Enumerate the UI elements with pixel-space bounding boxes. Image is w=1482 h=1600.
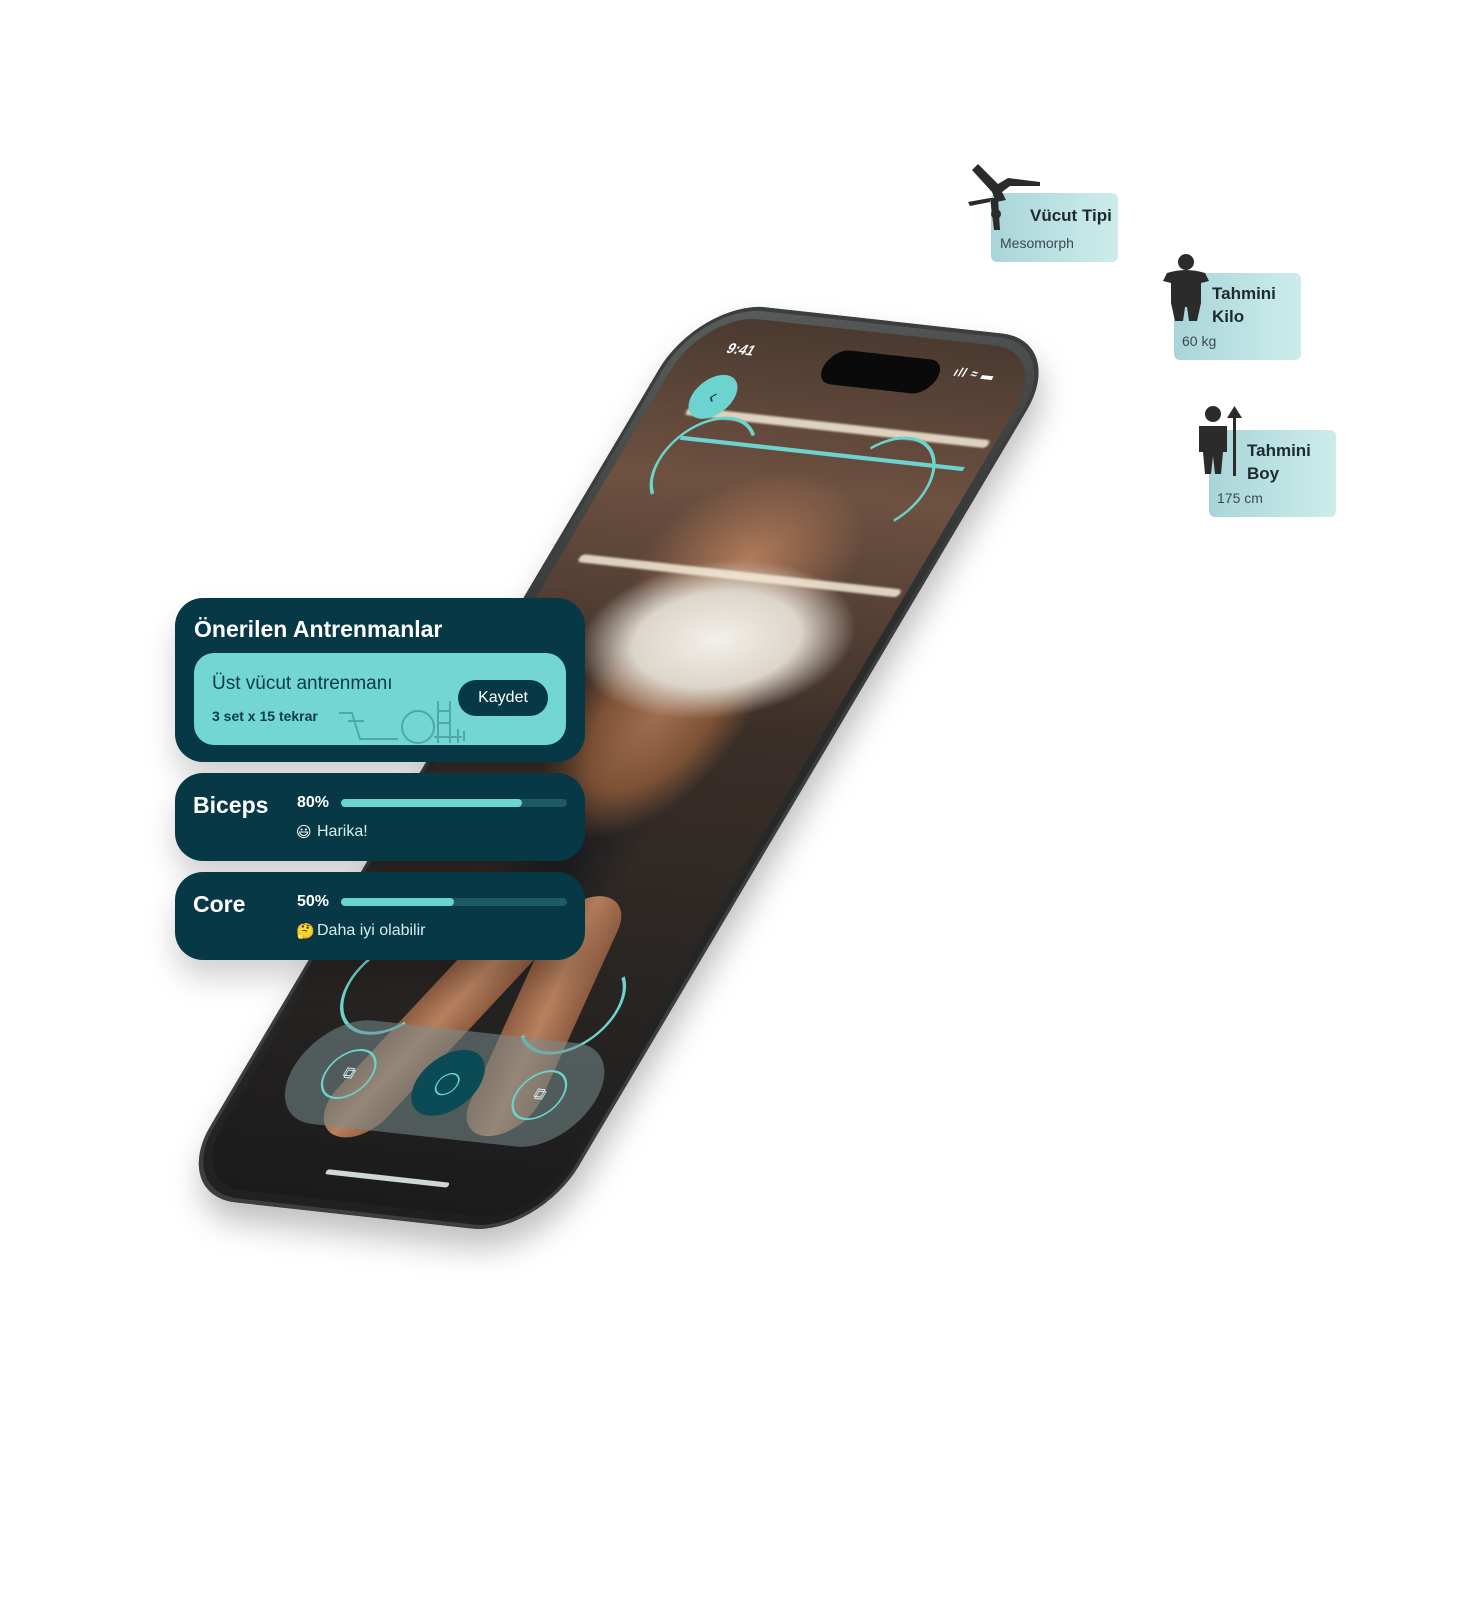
camera-screen: 9:41 ıll ≈ ▬ ‹ ⧉ ◯ ⧉ xyxy=(187,313,1050,1223)
gallery-icon[interactable]: ⧉ xyxy=(310,1046,388,1102)
flip-camera-icon[interactable]: ⧉ xyxy=(501,1067,578,1123)
tag-title-line1: Tahmini xyxy=(1247,441,1311,460)
handstand-icon xyxy=(968,164,1040,230)
metric-note: Harika! xyxy=(317,823,368,840)
save-button[interactable]: Kaydet xyxy=(458,680,548,716)
metric-card-core: Core 50% 🤔 Daha iyi olabilir xyxy=(175,872,585,960)
metric-name: Core xyxy=(193,891,246,917)
status-icons: ıll ≈ ▬ xyxy=(950,364,999,384)
body-weight-icon xyxy=(1163,254,1209,321)
workout-item[interactable]: Üst vücut antrenmanı 3 set x 15 tekrar K… xyxy=(194,653,566,745)
smile-emoji-icon: 😃 xyxy=(296,824,312,841)
home-indicator xyxy=(324,1169,451,1188)
tag-value: Mesomorph xyxy=(1000,235,1074,251)
scan-corner-top-left xyxy=(629,411,777,518)
thinking-emoji-icon: 🤔 xyxy=(296,923,315,940)
tag-title-line1: Tahmini xyxy=(1212,284,1276,303)
metric-percent: 50% xyxy=(297,893,330,910)
tag-value: 60 kg xyxy=(1182,333,1217,349)
progress-track xyxy=(341,898,567,906)
metric-percent: 80% xyxy=(297,794,330,811)
body-height-icon xyxy=(1199,406,1242,476)
workout-sets: 3 set x 15 tekrar xyxy=(212,708,318,724)
progress-track xyxy=(341,799,567,807)
tag-title-line2: Boy xyxy=(1247,464,1280,483)
metric-card-biceps: Biceps 80% 😃 Harika! xyxy=(175,773,585,861)
metric-note: Daha iyi olabilir xyxy=(317,922,426,939)
recommended-workouts-card: Önerilen Antrenmanlar Üst vücut antrenma… xyxy=(175,598,585,762)
progress-fill xyxy=(341,898,454,906)
phone-frame: 9:41 ıll ≈ ▬ ‹ ⧉ ◯ ⧉ xyxy=(169,300,1068,1236)
gym-equipment-icon xyxy=(339,701,465,744)
tag-title-line2: Kilo xyxy=(1212,307,1245,326)
tag-value: 175 cm xyxy=(1217,490,1263,506)
scan-corner-top-right xyxy=(808,431,956,538)
metric-name: Biceps xyxy=(193,792,269,818)
dynamic-island xyxy=(813,348,948,396)
gym-light xyxy=(576,553,903,598)
card-title: Önerilen Antrenmanlar xyxy=(194,616,443,642)
status-time: 9:41 xyxy=(723,339,760,359)
progress-fill xyxy=(341,799,522,807)
shutter-button[interactable]: ◯ xyxy=(397,1046,499,1120)
